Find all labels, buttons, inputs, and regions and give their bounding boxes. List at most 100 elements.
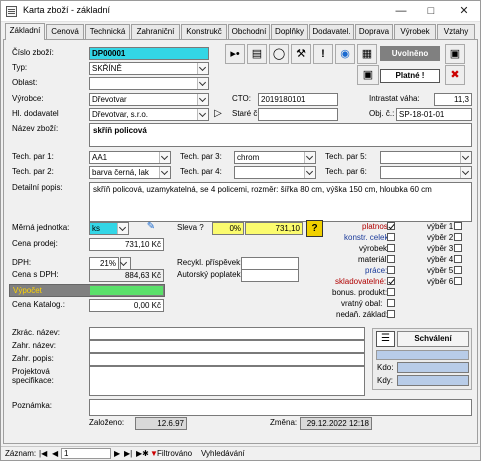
minimize-icon[interactable]: —	[387, 1, 415, 22]
flag-checkbox-nedan-zaklad[interactable]	[387, 310, 395, 318]
tab-dodavatel[interactable]: Dodavatel.	[309, 24, 354, 39]
tab-technicka[interactable]: Technická	[85, 24, 130, 39]
flag-checkbox-skladovatelne[interactable]	[387, 277, 395, 285]
typ-label: Typ:	[12, 63, 28, 72]
tab-cenova[interactable]: Cenová	[46, 24, 84, 39]
binoculars-icon[interactable]: ◯	[269, 44, 289, 64]
vyber-4-checkbox[interactable]	[454, 255, 462, 263]
next-record-icon[interactable]: ▶	[114, 449, 120, 459]
chevron-down-icon[interactable]	[159, 152, 170, 163]
edit-units-icon[interactable]: ✎	[142, 219, 160, 235]
poznamka-field[interactable]	[89, 399, 472, 416]
flag-checkbox-bonus-produkt[interactable]	[387, 288, 395, 296]
tech-par-4-select[interactable]	[234, 166, 316, 179]
tech-par-5-select[interactable]	[380, 151, 472, 164]
flag-checkbox-prace[interactable]	[387, 266, 395, 274]
stare-field[interactable]	[258, 108, 338, 121]
tools-icon[interactable]: ⚒	[291, 44, 311, 64]
cena-katalog-label: Cena Katalog.:	[12, 300, 65, 309]
cena-katalog-field[interactable]: 0,00 Kč	[89, 299, 164, 312]
globe-icon[interactable]: ◉	[335, 44, 355, 64]
specifikace-field[interactable]	[89, 366, 365, 396]
grid-icon[interactable]: ▦	[357, 44, 377, 64]
chevron-down-icon[interactable]	[197, 94, 208, 105]
chevron-down-icon[interactable]	[197, 78, 208, 89]
vyber-3-checkbox[interactable]	[454, 244, 462, 252]
go-forward-icon[interactable]: ▸•	[225, 44, 245, 64]
cto-field[interactable]: 2019180101	[258, 93, 338, 106]
vyber-6-checkbox[interactable]	[454, 277, 462, 285]
search-label[interactable]: Vyhledávání	[201, 449, 245, 459]
kdo-field[interactable]	[397, 362, 469, 373]
tech-par-3-label: Tech. par 3:	[180, 152, 222, 161]
autorsky-field[interactable]	[241, 269, 299, 282]
typ-select[interactable]: SKŘÍNĚ	[89, 62, 209, 75]
prev-record-icon[interactable]: ◀	[52, 449, 58, 459]
cislo-field[interactable]: DP00001	[89, 47, 209, 60]
tech-par-2-select[interactable]: barva černá, lak	[89, 166, 171, 179]
maximize-icon[interactable]: □	[417, 1, 445, 22]
lock-icon[interactable]: ▣	[445, 44, 465, 64]
nazev-field[interactable]: skříň policová	[89, 123, 472, 147]
zahr-popis-field[interactable]	[89, 353, 365, 366]
status-badge: Uvolněno	[380, 46, 440, 61]
oblast-select[interactable]	[89, 77, 209, 90]
vyber-1-checkbox[interactable]	[454, 222, 462, 230]
tab-obchodni[interactable]: Obchodní	[228, 24, 270, 39]
hl-dodavatel-select[interactable]: Dřevotvar, s.r.o.	[89, 108, 209, 121]
zahr-nazev-label: Zahr. název:	[12, 341, 57, 350]
chevron-down-icon[interactable]	[304, 152, 315, 163]
zahr-nazev-field[interactable]	[89, 340, 365, 353]
last-record-icon[interactable]: ▶|	[124, 449, 132, 459]
flag-checkbox-platnost[interactable]	[387, 222, 395, 230]
help-icon[interactable]: ?	[306, 220, 323, 237]
tab-konstrukc[interactable]: Konstrukč	[181, 24, 227, 39]
list-icon[interactable]: ▤	[247, 44, 267, 64]
vyber-5-checkbox[interactable]	[454, 266, 462, 274]
chevron-down-icon[interactable]	[460, 152, 471, 163]
popis-field[interactable]: skříň policová, uzamykatelná, se 4 polic…	[89, 182, 472, 222]
vypocet-bar[interactable]: Výpočet	[9, 284, 165, 297]
tab-vyrobek[interactable]: Výrobek	[394, 24, 436, 39]
tab-vztahy[interactable]: Vztahy	[437, 24, 475, 39]
chevron-down-icon[interactable]	[197, 109, 208, 120]
schvaleni-button[interactable]: Schválení	[397, 331, 469, 347]
tab-doprava[interactable]: Doprava	[355, 24, 393, 39]
cislo-label: Číslo zboží:	[12, 48, 54, 57]
tech-par-3-select[interactable]: chrom	[234, 151, 316, 164]
filter-label[interactable]: Filtrováno	[157, 449, 192, 459]
vyber-2-checkbox[interactable]	[454, 233, 462, 241]
chevron-down-icon[interactable]	[117, 223, 128, 234]
sleva-pct-field[interactable]: 0%	[212, 222, 244, 235]
flag-checkbox-vratny-obal[interactable]	[387, 299, 395, 307]
warning-icon[interactable]: !	[313, 44, 333, 64]
calendar-icon[interactable]: ▣	[357, 65, 379, 85]
chevron-down-icon[interactable]	[460, 167, 471, 178]
tab-zakladni[interactable]: Základní	[5, 23, 45, 40]
new-record-icon[interactable]: ▶✱	[136, 449, 149, 459]
play-icon[interactable]: ▷	[211, 106, 225, 121]
tech-par-6-select[interactable]	[380, 166, 472, 179]
tech-par-1-select[interactable]: AA1	[89, 151, 171, 164]
delete-icon[interactable]: ✖	[445, 65, 465, 85]
flag-checkbox-vyrobek[interactable]	[387, 244, 395, 252]
tab-doplnky[interactable]: Doplňky	[271, 24, 308, 39]
obj-field[interactable]: SP-18-01-01	[396, 108, 472, 121]
mj-select[interactable]: ks	[89, 222, 129, 235]
record-number-field[interactable]: 1	[61, 448, 111, 459]
flag-checkbox-konstr-celek[interactable]	[387, 233, 395, 241]
zkrac-field[interactable]	[89, 327, 365, 340]
vyrobce-select[interactable]: Dřevotvar	[89, 93, 209, 106]
sleva-value-field[interactable]: 731,10	[245, 222, 303, 235]
chevron-down-icon[interactable]	[197, 63, 208, 74]
tab-zahranicni[interactable]: Zahraniční	[131, 24, 180, 39]
chevron-down-icon[interactable]	[159, 167, 170, 178]
close-icon[interactable]: ✕	[448, 1, 480, 22]
cena-prodej-field[interactable]: 731,10 Kč	[89, 238, 164, 251]
flag-checkbox-material[interactable]	[387, 255, 395, 263]
intrastat-field[interactable]: 11,3	[434, 93, 472, 106]
chevron-down-icon[interactable]	[304, 167, 315, 178]
first-record-icon[interactable]: |◀	[39, 449, 47, 459]
kdy-field[interactable]	[397, 375, 469, 386]
obj-label: Obj. č.:	[369, 109, 395, 118]
